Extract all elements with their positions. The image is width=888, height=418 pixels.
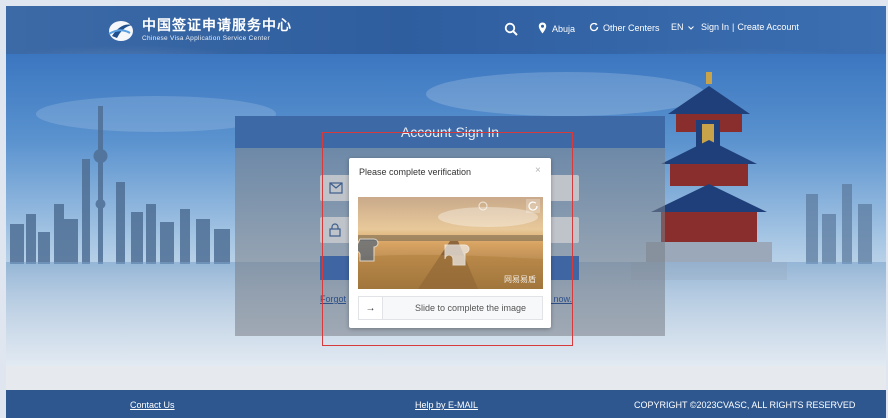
site-header: 中国签证申请服务中心 Chinese Visa Application Serv… xyxy=(6,6,886,54)
captcha-watermark: 网易易盾 xyxy=(504,275,536,284)
slider-handle[interactable]: → xyxy=(359,297,383,319)
slider-instruction: Slide to complete the image xyxy=(414,303,527,313)
captcha-dialog: Please complete verification × 网易易盾 → Sl… xyxy=(349,158,551,328)
logo-icon xyxy=(106,16,136,44)
language-selector[interactable]: EN xyxy=(671,22,694,32)
refresh-captcha-icon[interactable] xyxy=(526,199,540,213)
logo-english-text: Chinese Visa Application Service Center xyxy=(142,34,270,42)
location-selector[interactable]: Abuja xyxy=(538,22,575,36)
site-footer: Contact Us Help by E-MAIL COPYRIGHT ©202… xyxy=(6,390,886,418)
nav-separator: | xyxy=(732,22,735,32)
copyright-text: COPYRIGHT ©2023CVASC, ALL RIGHTS RESERVE… xyxy=(634,400,856,410)
close-icon[interactable]: × xyxy=(535,165,541,176)
location-pin-icon xyxy=(538,22,547,36)
other-centers-label: Other Centers xyxy=(603,23,660,33)
contact-us-link[interactable]: Contact Us xyxy=(130,400,175,410)
footer-spacer xyxy=(6,366,886,390)
other-centers-link[interactable]: Other Centers xyxy=(589,22,660,34)
sign-in-link[interactable]: Sign In xyxy=(701,22,729,32)
account-links: Sign In | Create Account xyxy=(701,22,799,32)
captcha-image: 网易易盾 xyxy=(358,197,543,289)
captcha-title: Please complete verification xyxy=(359,167,472,177)
language-label: EN xyxy=(671,22,684,32)
logo-chinese-text: 中国签证申请服务中心 xyxy=(142,17,292,34)
hero-banner: Account Sign In Forgot e now. Please com… xyxy=(6,54,886,366)
captcha-slider[interactable]: → Slide to complete the image xyxy=(358,296,543,320)
location-label: Abuja xyxy=(552,24,576,34)
help-email-link[interactable]: Help by E-MAIL xyxy=(415,400,478,410)
arrow-right-icon: → xyxy=(365,302,376,314)
site-logo[interactable]: 中国签证申请服务中心 Chinese Visa Application Serv… xyxy=(106,16,292,44)
refresh-icon xyxy=(589,22,599,34)
chevron-down-icon xyxy=(687,22,694,32)
create-account-link[interactable]: Create Account xyxy=(737,22,799,32)
search-icon[interactable] xyxy=(504,22,518,41)
